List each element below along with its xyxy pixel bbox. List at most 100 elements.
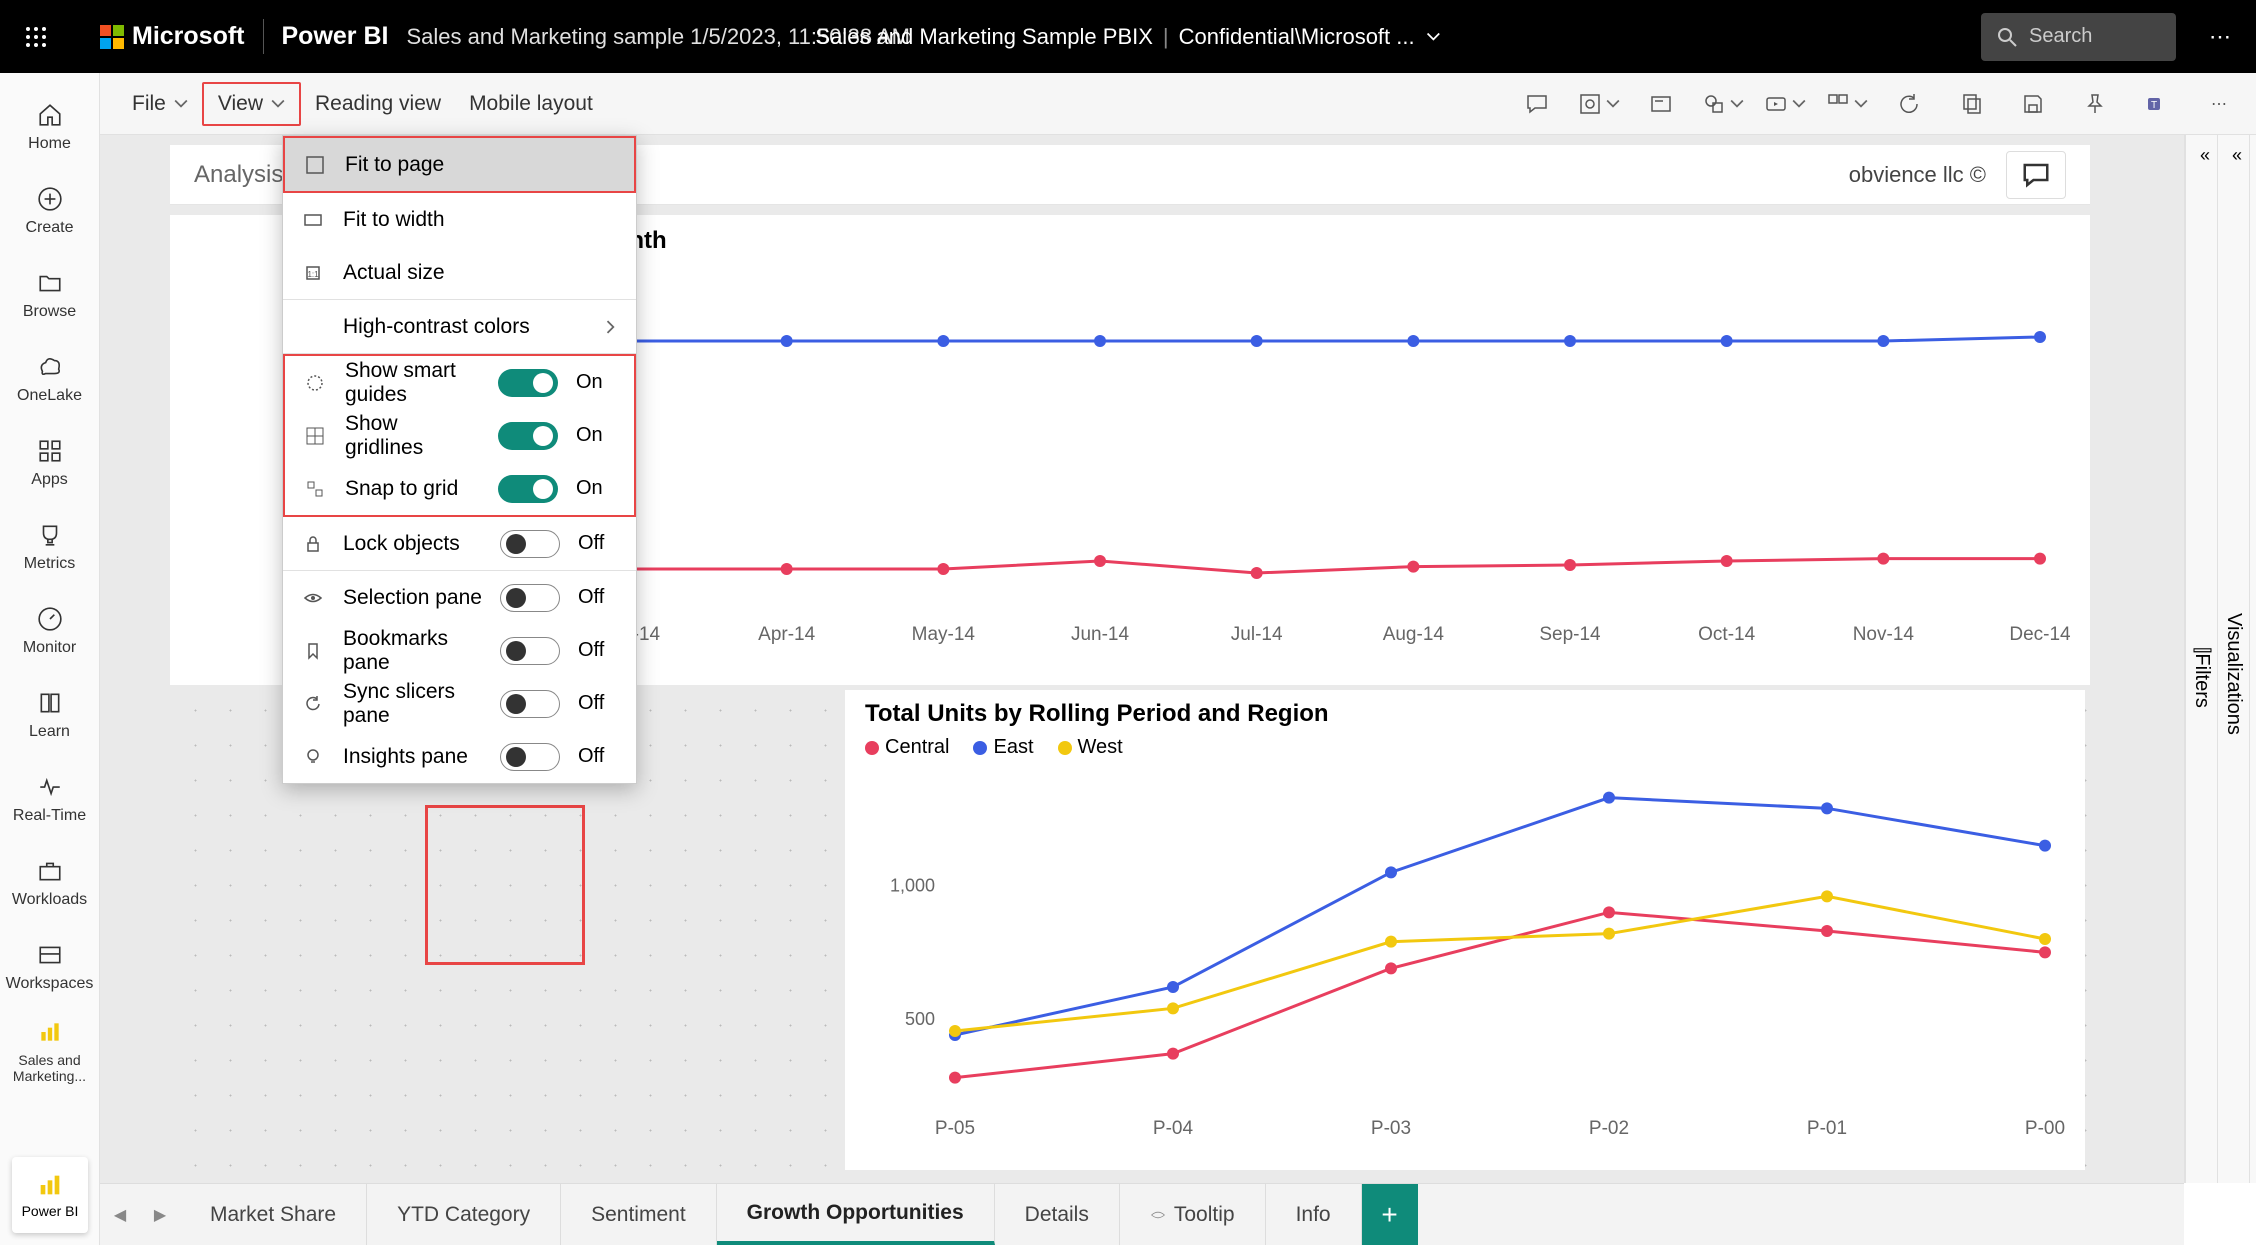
search-input[interactable]: Search (1981, 13, 2176, 61)
powerbi-icon (36, 1171, 64, 1199)
svg-text:T: T (2151, 100, 2157, 111)
chevron-right-icon (604, 320, 618, 334)
breadcrumb[interactable]: Sales and Marketing Sample PBIX | Confid… (815, 24, 1440, 50)
view-lock-objects[interactable]: Lock objectsOff (283, 517, 636, 570)
view-gridlines[interactable]: Show gridlinesOn (285, 409, 634, 462)
app-launcher-icon[interactable] (12, 13, 60, 61)
comment-icon[interactable] (1518, 85, 1556, 123)
toggle[interactable] (500, 637, 560, 665)
toggle[interactable] (500, 584, 560, 612)
view-fit-width[interactable]: Fit to width (283, 193, 636, 246)
nav-apps[interactable]: Apps (0, 421, 99, 505)
toggle[interactable] (500, 530, 560, 558)
toggle-state: Off (578, 692, 618, 715)
more-options-icon[interactable]: ⋯ (2196, 13, 2244, 61)
nav-label: OneLake (17, 387, 82, 405)
svg-text:Jun-14: Jun-14 (1071, 624, 1130, 645)
tab-tooltip[interactable]: Tooltip (1120, 1184, 1266, 1245)
tab-ytd-category[interactable]: YTD Category (367, 1184, 561, 1245)
nav-label: Real-Time (13, 807, 86, 825)
svg-text:Oct-14: Oct-14 (1698, 624, 1755, 645)
svg-text:500: 500 (905, 1009, 935, 1029)
nav-metrics[interactable]: Metrics (0, 505, 99, 589)
pin-icon[interactable] (2076, 85, 2114, 123)
svg-text:P-02: P-02 (1589, 1118, 1629, 1139)
add-page-button[interactable]: + (1362, 1184, 1418, 1245)
nav-learn[interactable]: Learn (0, 673, 99, 757)
nav-label: Workloads (12, 891, 87, 909)
gauge-icon (36, 605, 64, 633)
nav-realtime[interactable]: Real-Time (0, 757, 99, 841)
copy-icon[interactable] (1952, 85, 1990, 123)
view-smart-guides[interactable]: Show smart guidesOn (285, 356, 634, 409)
app-name[interactable]: Power BI (282, 22, 389, 51)
view-snap-grid[interactable]: Snap to gridOn (285, 462, 634, 515)
toggle[interactable] (498, 422, 558, 450)
filters-pane[interactable]: «⫿Filters (2185, 135, 2217, 1183)
shapes-icon[interactable] (1704, 85, 1742, 123)
nav-create[interactable]: Create (0, 169, 99, 253)
nav-onelake[interactable]: OneLake (0, 337, 99, 421)
tab-market-share[interactable]: Market Share (180, 1184, 367, 1245)
nav-label: Create (25, 219, 73, 237)
tab-info[interactable]: Info (1266, 1184, 1362, 1245)
nav-workloads[interactable]: Workloads (0, 841, 99, 925)
view-insights-pane[interactable]: Insights paneOff (283, 730, 636, 783)
nav-home[interactable]: Home (0, 85, 99, 169)
textbox-icon[interactable] (1642, 85, 1680, 123)
nav-monitor[interactable]: Monitor (0, 589, 99, 673)
buttons-icon[interactable] (1766, 85, 1804, 123)
nav-browse[interactable]: Browse (0, 253, 99, 337)
svg-text:Sep-14: Sep-14 (1539, 624, 1601, 645)
menu-label: Lock objects (343, 532, 482, 556)
menu-label: Actual size (343, 261, 618, 285)
tab-details[interactable]: Details (995, 1184, 1120, 1245)
page-comment-button[interactable] (2006, 151, 2066, 199)
view-bookmarks-pane[interactable]: Bookmarks paneOff (283, 624, 636, 677)
page-title: Analysis (194, 161, 283, 189)
toggle[interactable] (498, 369, 558, 397)
nav-workspaces[interactable]: Workspaces (0, 925, 99, 1009)
power-bi-badge[interactable]: Power BI (12, 1157, 88, 1233)
reading-view-button[interactable]: Reading view (301, 84, 455, 124)
toggle-state: On (576, 371, 616, 394)
toggle[interactable] (500, 743, 560, 771)
more-icon[interactable]: ⋯ (2200, 85, 2238, 123)
menu-label: Fit to page (345, 153, 616, 177)
nav-label: Browse (23, 303, 76, 321)
svg-text:P-00: P-00 (2025, 1118, 2065, 1139)
refresh-icon[interactable] (1890, 85, 1928, 123)
view-sync-slicers[interactable]: Sync slicers paneOff (283, 677, 636, 730)
toggle[interactable] (500, 690, 560, 718)
chevron-down-icon (1606, 97, 1620, 111)
view-fit-page[interactable]: Fit to page (285, 138, 634, 191)
chart-total-units[interactable]: Total Units by Rolling Period and Region… (845, 690, 2085, 1170)
mobile-layout-button[interactable]: Mobile layout (455, 84, 607, 124)
sync-icon (301, 692, 325, 716)
data-pane[interactable]: «Data (2249, 135, 2256, 1183)
chevron-down-icon (174, 97, 188, 111)
view-menu[interactable]: View (202, 82, 301, 126)
global-header: Microsoft Power BI Sales and Marketing s… (0, 0, 2256, 73)
toggle-state: Off (578, 745, 618, 768)
view-selection-pane[interactable]: Selection paneOff (283, 571, 636, 624)
visualizations-pane[interactable]: «Visualizations (2217, 135, 2249, 1183)
tab-prev[interactable]: ◀ (100, 1184, 140, 1245)
chart-legend: Central East West (845, 732, 2085, 769)
tab-next[interactable]: ▶ (140, 1184, 180, 1245)
search-icon (1997, 27, 2017, 47)
visual-icon[interactable] (1828, 85, 1866, 123)
nav-sales-marketing[interactable]: Sales and Marketing... (0, 1009, 99, 1093)
file-menu[interactable]: File (118, 84, 202, 124)
toggle[interactable] (498, 475, 558, 503)
tab-sentiment[interactable]: Sentiment (561, 1184, 717, 1245)
view-actual-size[interactable]: 1:1Actual size (283, 246, 636, 299)
tab-growth-opportunities[interactable]: Growth Opportunities (717, 1184, 995, 1245)
teams-icon[interactable]: T (2138, 85, 2176, 123)
sensitivity-label: Confidential\Microsoft ... (1179, 24, 1415, 50)
menu-label: Mobile layout (469, 92, 593, 116)
menu-label: File (132, 92, 166, 116)
explore-icon[interactable] (1580, 85, 1618, 123)
view-high-contrast[interactable]: High-contrast colors (283, 300, 636, 353)
save-icon[interactable] (2014, 85, 2052, 123)
